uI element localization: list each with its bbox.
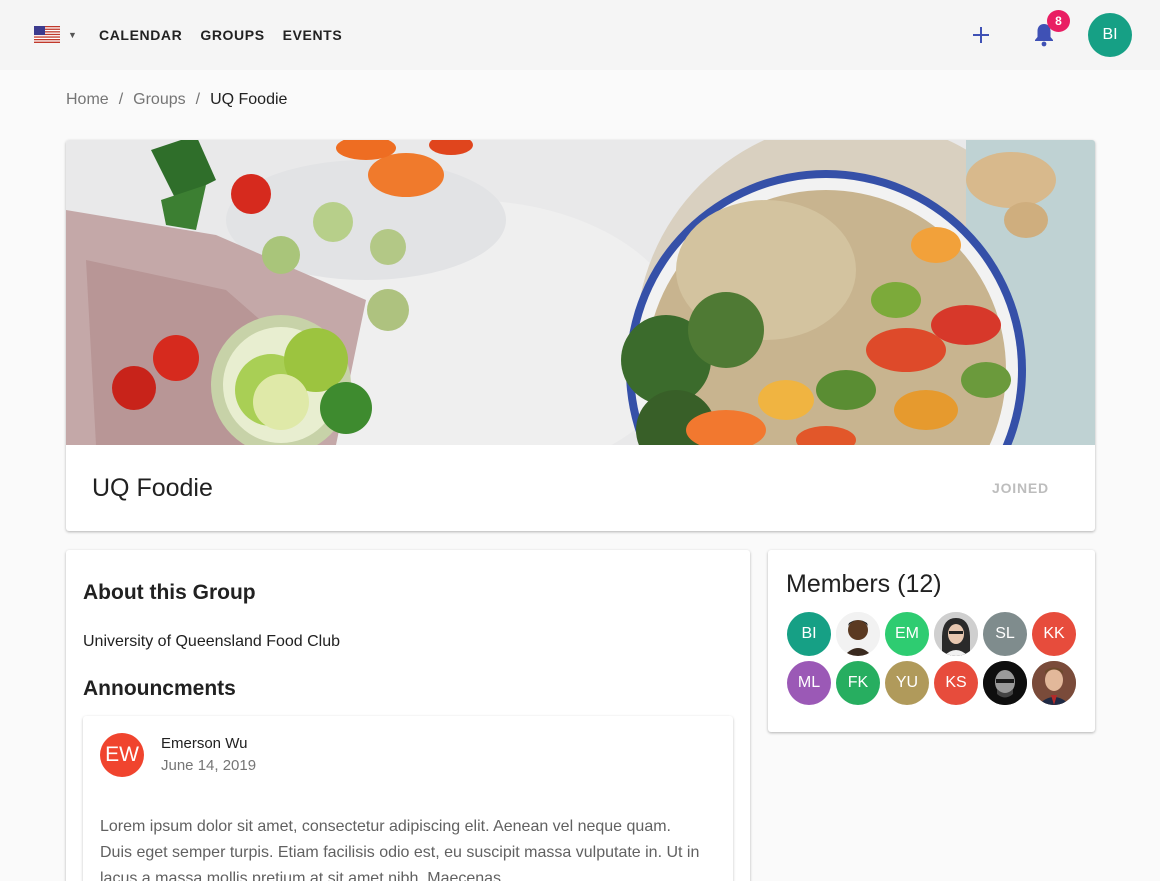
member-avatar-photo[interactable] (934, 612, 978, 656)
member-avatar[interactable]: KS (934, 661, 978, 705)
us-flag-icon (34, 26, 60, 43)
member-avatar[interactable]: EM (885, 612, 929, 656)
breadcrumb: Home / Groups / UQ Foodie (66, 91, 287, 109)
user-avatar[interactable]: BI (1088, 13, 1132, 57)
person-photo-icon (934, 612, 978, 656)
language-selector[interactable]: ▼ (34, 26, 77, 43)
member-avatar[interactable]: ML (787, 661, 831, 705)
member-avatar-photo[interactable] (983, 661, 1027, 705)
member-avatar-photo[interactable] (1032, 661, 1076, 705)
breadcrumb-separator: / (118, 91, 124, 108)
group-cover-image (66, 140, 1095, 445)
app-bar: ▼ CALENDAR GROUPS EVENTS 8 BI (0, 0, 1160, 70)
announcement-author: Emerson Wu (161, 735, 248, 752)
announcement-author-avatar: EW (100, 733, 144, 777)
member-avatar[interactable]: YU (885, 661, 929, 705)
announcements-heading: Announcments (83, 677, 236, 700)
group-description: University of Queensland Food Club (83, 633, 341, 650)
notification-badge: 8 (1047, 10, 1070, 32)
about-heading: About this Group (83, 581, 256, 604)
about-card: About this Group University of Queenslan… (66, 550, 750, 881)
breadcrumb-separator: / (195, 91, 201, 108)
person-photo-icon (983, 661, 1027, 705)
breadcrumb-current: UQ Foodie (210, 91, 288, 108)
member-avatar[interactable]: KK (1032, 612, 1076, 656)
announcement-body: Lorem ipsum dolor sit amet, consectetur … (100, 818, 700, 881)
members-heading: Members (12) (786, 570, 942, 598)
group-title: UQ Foodie (92, 474, 213, 502)
breadcrumb-home[interactable]: Home (66, 91, 109, 109)
announcement-card: EW Emerson Wu June 14, 2019 Lorem ipsum … (83, 716, 733, 881)
nav-calendar[interactable]: CALENDAR (99, 27, 182, 43)
members-card: Members (12) BI EM SL KK ML FK YU KS (768, 550, 1095, 732)
nav-groups[interactable]: GROUPS (200, 27, 264, 43)
member-avatar[interactable]: BI (787, 612, 831, 656)
joined-button[interactable]: JOINED (992, 480, 1049, 496)
plus-icon (973, 27, 989, 43)
member-avatar-photo[interactable] (836, 612, 880, 656)
main-nav: CALENDAR GROUPS EVENTS (99, 0, 360, 70)
member-avatar[interactable]: FK (836, 661, 880, 705)
breadcrumb-groups[interactable]: Groups (133, 91, 185, 109)
add-button[interactable] (966, 20, 996, 50)
nav-events[interactable]: EVENTS (283, 27, 343, 43)
person-photo-icon (1032, 661, 1076, 705)
person-photo-icon (836, 612, 880, 656)
chevron-down-icon: ▼ (68, 29, 77, 40)
members-grid: BI EM SL KK ML FK YU KS (787, 612, 1087, 710)
group-header-card: UQ Foodie JOINED (66, 140, 1095, 531)
member-avatar[interactable]: SL (983, 612, 1027, 656)
announcement-date: June 14, 2019 (161, 757, 257, 774)
